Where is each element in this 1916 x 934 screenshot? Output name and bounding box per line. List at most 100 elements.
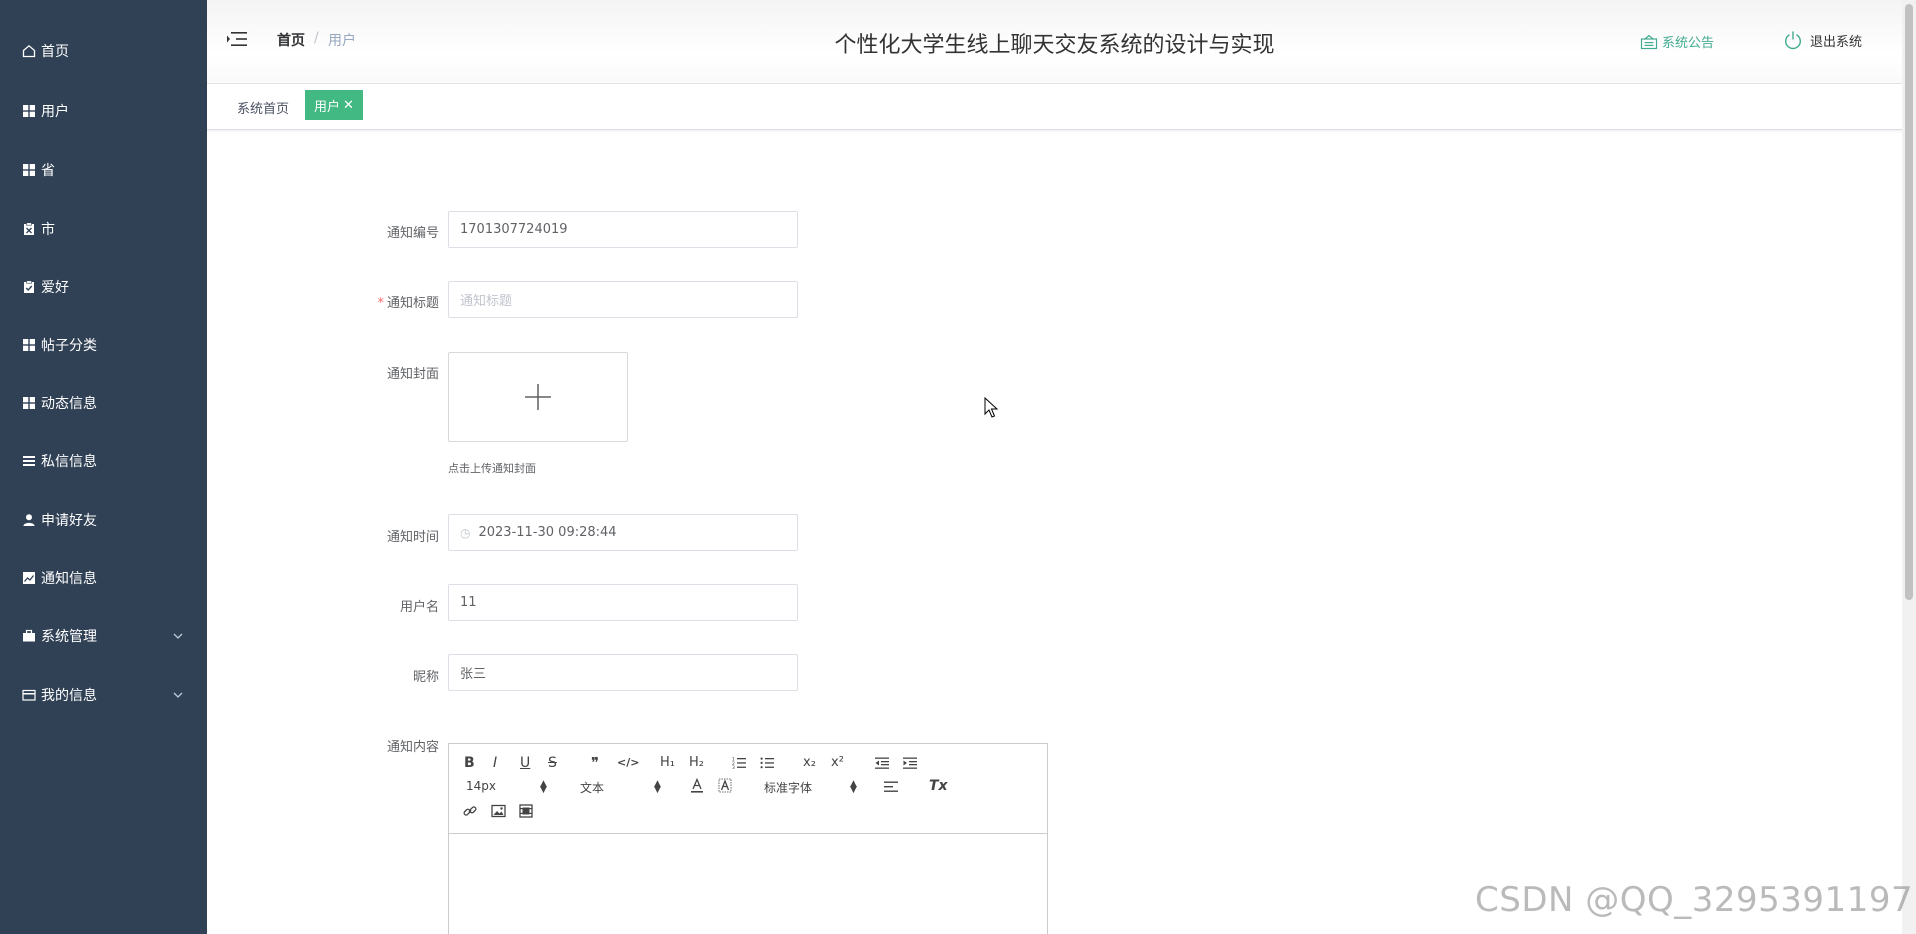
notice-time-picker[interactable]: ◷ 2023-11-30 09:28:44 <box>448 514 798 551</box>
close-icon[interactable]: ✕ <box>343 98 354 113</box>
notice-title-input[interactable]: 通知标题 <box>448 281 798 318</box>
tag-label: 用户 <box>314 99 341 115</box>
notice-no-input[interactable]: 1701307724019 <box>448 211 798 248</box>
clean-format-button[interactable]: Tx <box>929 778 948 794</box>
page-scrollbar[interactable] <box>1902 0 1916 934</box>
subscript-button[interactable]: x₂ <box>803 755 816 770</box>
sidebar-item-label: 我的信息 <box>41 688 97 704</box>
plus-icon <box>525 384 551 410</box>
sidebar-item-hobby[interactable]: 爱好 <box>0 267 207 307</box>
grid-icon <box>21 162 37 178</box>
sidebar-item-user[interactable]: 用户 <box>0 91 207 131</box>
briefcase-icon <box>21 628 37 644</box>
grid-icon <box>21 103 37 119</box>
bold-button[interactable]: B <box>464 755 475 771</box>
sidebar-item-label: 系统管理 <box>41 629 97 645</box>
sidebar-item-label: 帖子分类 <box>41 338 97 354</box>
card-icon <box>21 687 37 703</box>
rich-text-editor: B I U S ❞ </> H₁ H₂ 123 x₂ x² 14px ▲ ▼ 文本… <box>448 743 1048 934</box>
indent-icon[interactable] <box>902 756 918 770</box>
notice-time-value: 2023-11-30 09:28:44 <box>478 525 617 540</box>
font-color-icon[interactable] <box>690 778 704 794</box>
code-block-button[interactable]: </> <box>617 756 639 769</box>
underline-button[interactable]: U <box>520 755 530 771</box>
superscript-button[interactable]: x² <box>831 755 844 770</box>
sidebar-item-system-management[interactable]: 系统管理 <box>0 616 207 656</box>
system-notice-link[interactable]: 系统公告 <box>1640 32 1714 51</box>
notice-no-value: 1701307724019 <box>460 222 568 237</box>
menu-toggle-icon[interactable] <box>226 30 248 48</box>
outdent-icon[interactable] <box>874 756 890 770</box>
clipboard-check-icon <box>21 279 37 295</box>
logout-link[interactable]: 退出系统 <box>1783 30 1862 50</box>
heading1-button[interactable]: H₁ <box>660 755 675 770</box>
align-icon[interactable] <box>883 780 899 794</box>
sidebar-item-label: 申请好友 <box>41 513 97 529</box>
notice-title-label: * 通知标题 <box>279 292 439 311</box>
video-icon[interactable] <box>519 804 533 818</box>
ordered-list-icon[interactable]: 123 <box>732 756 746 770</box>
system-notice-label: 系统公告 <box>1662 36 1715 51</box>
username-label: 用户名 <box>399 600 439 615</box>
nickname-input[interactable]: 张三 <box>448 654 798 691</box>
bullet-list-icon[interactable] <box>760 756 774 770</box>
sidebar-item-label: 爱好 <box>41 280 69 296</box>
logout-label: 退出系统 <box>1810 34 1863 50</box>
sidebar: 首页 用户 省 市 爱好 帖子分类 动态信息 私信信息 申请好友 通知信息 系统… <box>0 0 207 934</box>
nickname-value: 张三 <box>460 667 487 682</box>
breadcrumb-home[interactable]: 首页 <box>277 30 305 50</box>
home-icon <box>21 43 37 59</box>
scrollbar-thumb[interactable] <box>1905 4 1913 600</box>
upload-tip: 点击上传通知封面 <box>448 462 536 475</box>
font-size-value: 14px <box>466 779 496 793</box>
sidebar-item-private-message[interactable]: 私信信息 <box>0 441 207 481</box>
tag-system-home[interactable]: 系统首页 <box>237 98 289 117</box>
sidebar-item-label: 私信信息 <box>41 454 97 470</box>
sidebar-item-post-category[interactable]: 帖子分类 <box>0 325 207 365</box>
sidebar-item-notice[interactable]: 通知信息 <box>0 558 207 598</box>
clipboard-x-icon <box>21 221 37 237</box>
sidebar-item-dynamic[interactable]: 动态信息 <box>0 383 207 423</box>
breadcrumb-separator: / <box>314 30 319 46</box>
breadcrumb-current: 用户 <box>328 33 356 49</box>
link-icon[interactable] <box>463 804 477 818</box>
select-arrows-icon: ▲ ▼ <box>540 779 547 795</box>
sidebar-item-friend-request[interactable]: 申请好友 <box>0 500 207 540</box>
notice-no-label: 通知编号 <box>386 226 439 241</box>
sidebar-item-label: 市 <box>41 222 55 238</box>
sidebar-item-label: 省 <box>41 163 55 179</box>
background-color-icon[interactable] <box>718 778 732 794</box>
italic-button[interactable]: I <box>493 755 497 771</box>
heading2-button[interactable]: H₂ <box>689 755 704 770</box>
notice-time-label: 通知时间 <box>386 530 439 545</box>
cover-upload-box[interactable] <box>448 352 628 442</box>
tag-user-active[interactable]: 用户 ✕ <box>305 90 363 120</box>
font-family-select[interactable]: 标准字体 ▲ ▼ <box>764 779 859 796</box>
sidebar-item-label: 通知信息 <box>41 571 97 587</box>
sidebar-item-province[interactable]: 省 <box>0 150 207 190</box>
editor-content-area[interactable] <box>449 835 1047 934</box>
select-arrows-icon: ▲ ▼ <box>654 779 661 795</box>
font-size-select[interactable]: 14px ▲ ▼ <box>466 779 551 795</box>
sidebar-item-label: 用户 <box>41 104 69 120</box>
sidebar-item-my-info[interactable]: 我的信息 <box>0 675 207 715</box>
username-value: 11 <box>460 595 477 610</box>
chevron-down-icon <box>173 633 183 639</box>
image-icon[interactable] <box>491 804 506 818</box>
notice-board-icon <box>1640 34 1658 49</box>
notice-title-placeholder: 通知标题 <box>460 294 513 309</box>
sidebar-item-city[interactable]: 市 <box>0 209 207 249</box>
clock-icon: ◷ <box>460 525 471 540</box>
font-family-value: 标准字体 <box>764 781 813 795</box>
username-input[interactable]: 11 <box>448 584 798 621</box>
sidebar-item-home[interactable]: 首页 <box>0 31 207 71</box>
editor-toolbar: B I U S ❞ </> H₁ H₂ 123 x₂ x² 14px ▲ ▼ 文本… <box>449 744 1047 834</box>
sidebar-item-label: 动态信息 <box>41 396 97 412</box>
grid-icon <box>21 337 37 353</box>
tags-bar: 系统首页 用户 ✕ <box>207 84 1902 130</box>
text-style-select[interactable]: 文本 ▲ ▼ <box>580 779 665 796</box>
notice-title-label-text: 通知标题 <box>386 296 439 311</box>
chart-icon <box>21 570 37 586</box>
blockquote-button[interactable]: ❞ <box>591 754 599 772</box>
strike-button[interactable]: S <box>548 755 557 771</box>
